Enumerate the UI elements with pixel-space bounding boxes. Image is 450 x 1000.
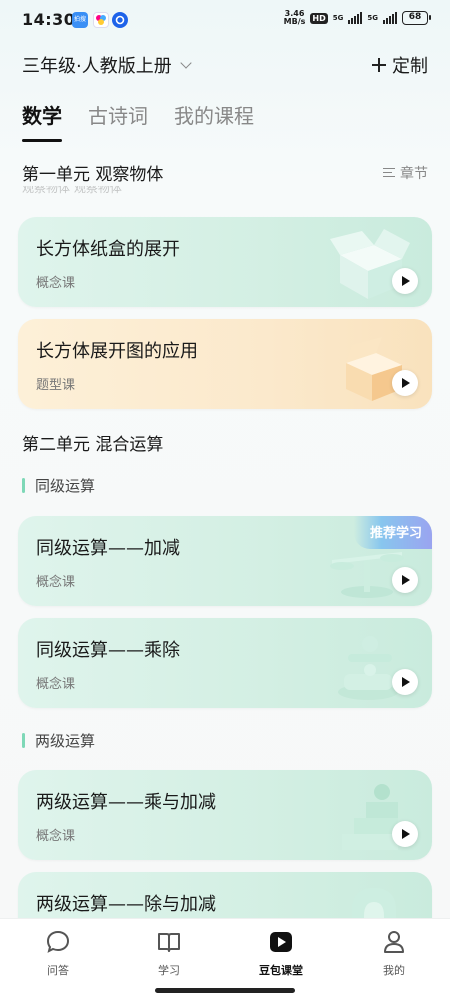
grade-label: 三年级·人教版上册	[22, 56, 172, 77]
course-card[interactable]: 同级运算——乘除 概念课	[18, 618, 432, 708]
course-type: 概念课	[36, 575, 76, 590]
grade-selector[interactable]: 三年级·人教版上册	[22, 52, 192, 78]
nav-doubao-class[interactable]: 豆包课堂	[241, 929, 321, 978]
chapter-label: 章节	[400, 165, 428, 182]
section-header: 两级运算	[22, 730, 95, 751]
course-title: 同级运算——加减	[36, 538, 180, 559]
unit-header-1: 第一单元 观察物体 章节	[22, 160, 428, 185]
plus-icon	[372, 58, 386, 72]
notification-flower-icon	[93, 12, 109, 28]
hd-badge: HD	[310, 12, 328, 24]
network-speed-unit: MB/s	[283, 17, 306, 26]
network-speed: 3.46 MB/s	[284, 10, 306, 26]
course-card[interactable]: 同级运算——加减 概念课 推荐学习	[18, 516, 432, 606]
customize-button[interactable]: 定制	[372, 52, 428, 78]
course-title: 长方体纸盒的展开	[36, 239, 180, 260]
tab-poetry[interactable]: 古诗词	[88, 100, 148, 139]
section-accent-bar	[22, 478, 25, 493]
play-button[interactable]	[392, 370, 418, 396]
course-title: 两级运算——乘与加减	[36, 792, 216, 813]
nav-qa[interactable]: 问答	[18, 929, 98, 978]
unit-title: 第一单元 观察物体	[22, 165, 164, 185]
chevron-down-icon	[180, 57, 192, 69]
signal-1-icon	[348, 12, 363, 24]
arch-art-icon	[352, 888, 396, 920]
unit-header-2: 第二单元 混合运算	[22, 430, 428, 455]
course-card[interactable]: 两级运算——除与加减	[18, 872, 432, 920]
status-bar: 14:30 拍搜 3.46 MB/s HD 5G 5G 68	[0, 0, 450, 40]
tab-my-courses[interactable]: 我的课程	[174, 100, 254, 139]
scrolled-ghost-text: 观察物体 观察物体	[22, 186, 122, 195]
nav-study[interactable]: 学习	[129, 929, 209, 978]
customize-label: 定制	[392, 56, 428, 77]
nav-label: 问答	[47, 964, 69, 977]
course-type: 概念课	[36, 829, 76, 844]
section-header: 同级运算	[22, 475, 95, 496]
play-button[interactable]	[392, 669, 418, 695]
course-type: 题型课	[36, 378, 76, 393]
battery-icon: 68	[402, 11, 431, 25]
subject-tabs: 数学 古诗词 我的课程	[22, 100, 254, 142]
home-indicator[interactable]	[155, 988, 295, 993]
signal-2-label: 5G	[367, 13, 378, 22]
person-icon	[384, 931, 404, 953]
tab-math[interactable]: 数学	[22, 100, 62, 142]
section-accent-bar	[22, 733, 25, 748]
chat-bubble-icon	[46, 930, 70, 953]
notification-app-icon: 拍搜	[72, 12, 88, 28]
course-card[interactable]: 长方体展开图的应用 题型课	[18, 319, 432, 409]
list-icon	[383, 167, 395, 178]
course-title: 两级运算——除与加减	[36, 894, 216, 915]
status-time: 14:30	[22, 10, 76, 29]
course-type: 概念课	[36, 276, 76, 291]
status-indicators: 3.46 MB/s HD 5G 5G 68	[284, 10, 431, 26]
course-type: 概念课	[36, 677, 76, 692]
course-title: 同级运算——乘除	[36, 640, 180, 661]
play-button[interactable]	[392, 821, 418, 847]
play-button[interactable]	[392, 567, 418, 593]
unit-title: 第二单元 混合运算	[22, 435, 164, 455]
section-label: 两级运算	[35, 732, 96, 750]
play-box-icon	[270, 932, 292, 952]
nav-label: 豆包课堂	[259, 964, 303, 977]
nav-label: 我的	[383, 964, 405, 977]
signal-2-icon	[383, 12, 397, 24]
signal-1-label: 5G	[332, 13, 344, 22]
notification-message-icon	[112, 12, 128, 28]
nav-profile[interactable]: 我的	[354, 929, 434, 978]
course-list[interactable]: 第一单元 观察物体 章节 观察物体 观察物体 长方体纸盒的展开 概念课 长方体展…	[0, 150, 450, 920]
play-button[interactable]	[392, 268, 418, 294]
recommended-badge: 推荐学习	[353, 516, 432, 549]
section-label: 同级运算	[35, 477, 96, 495]
course-card[interactable]: 两级运算——乘与加减 概念课	[18, 770, 432, 860]
course-card[interactable]: 长方体纸盒的展开 概念课	[18, 217, 432, 307]
book-icon	[158, 933, 180, 952]
nav-label: 学习	[158, 964, 180, 977]
chapter-button[interactable]: 章节	[383, 163, 428, 183]
course-title: 长方体展开图的应用	[36, 341, 198, 362]
